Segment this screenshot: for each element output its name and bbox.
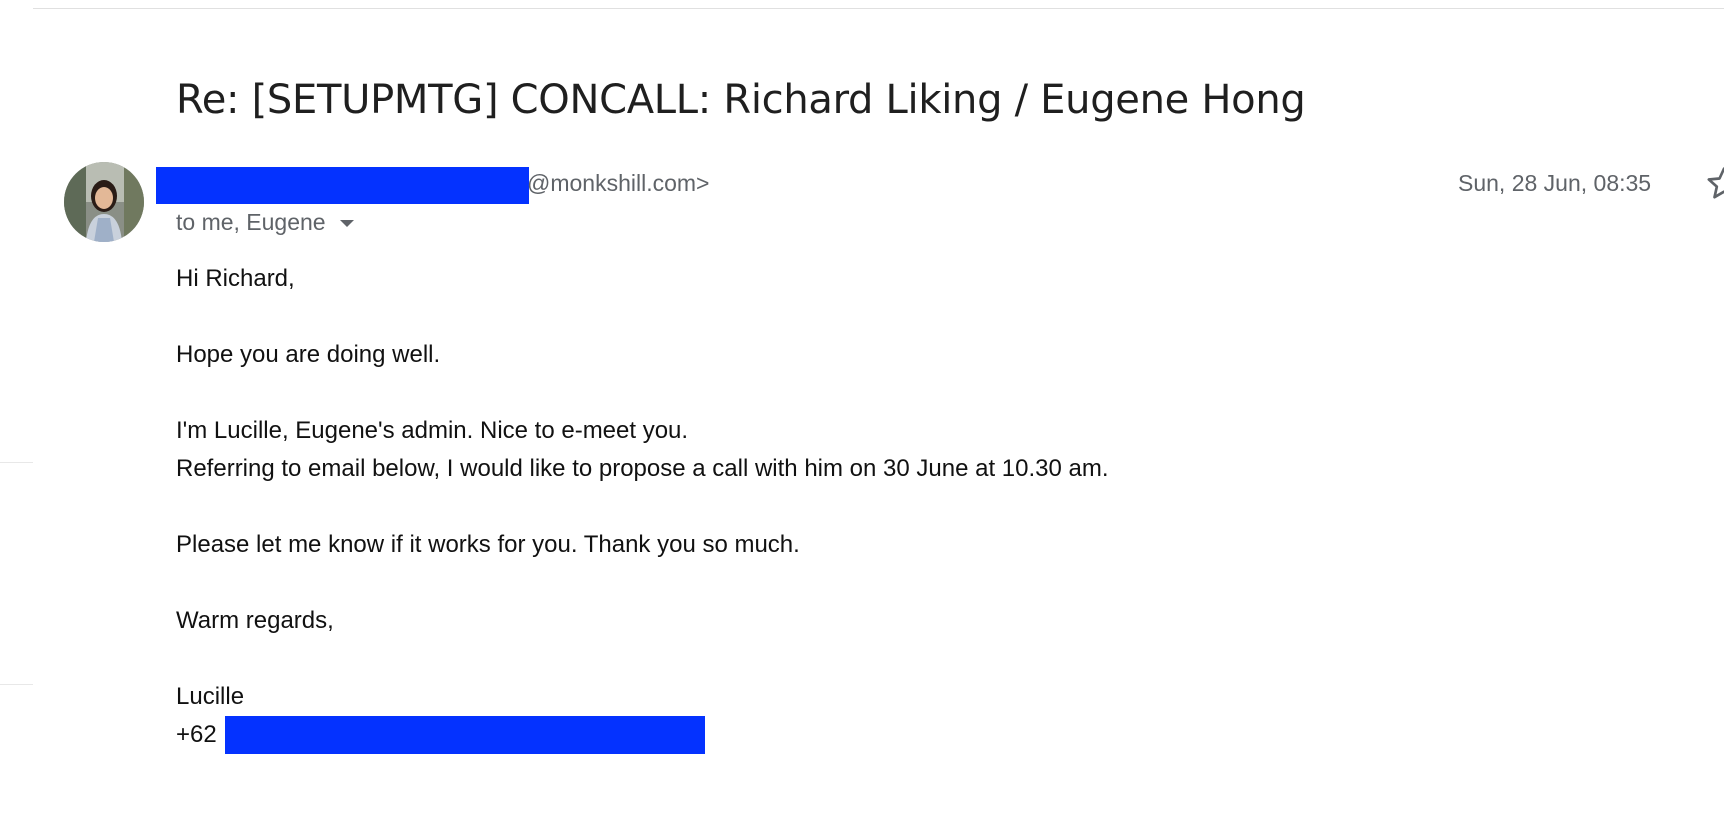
email-subject: Re: [SETUPMTG] CONCALL: Richard Liking /…: [176, 76, 1306, 123]
phone-prefix: +62: [176, 721, 217, 748]
signature-phone: +62: [176, 716, 1109, 754]
signature-name: Lucille: [176, 683, 245, 710]
email-date: Sun, 28 Jun, 08:35: [1458, 170, 1652, 196]
phone-redaction: [224, 716, 705, 754]
recipients-label: to me, Eugene: [176, 209, 326, 235]
recipients-toggle[interactable]: to me, Eugene: [176, 209, 354, 236]
sender-name-redaction: [156, 167, 529, 204]
email-view: Re: [SETUPMTG] CONCALL: Richard Liking /…: [0, 0, 1724, 826]
body-greeting: Hi Richard,: [176, 265, 295, 292]
body-line: Please let me know if it works for you. …: [176, 531, 800, 558]
body-line: Referring to email below, I would like t…: [176, 455, 1109, 482]
left-edge-divider: [0, 462, 33, 463]
sender-avatar[interactable]: [64, 162, 144, 242]
email-body: Hi Richard, Hope you are doing well. I'm…: [176, 260, 1109, 754]
body-closing: Warm regards,: [176, 607, 334, 634]
top-divider: [33, 8, 1724, 9]
left-edge-divider: [0, 684, 33, 685]
body-line: I'm Lucille, Eugene's admin. Nice to e-m…: [176, 417, 689, 444]
caret-down-icon: [339, 220, 354, 227]
star-icon[interactable]: [1704, 164, 1724, 204]
sender-photo: [64, 162, 144, 242]
sender-email: @monkshill.com>: [527, 170, 710, 196]
body-line: Hope you are doing well.: [176, 341, 441, 368]
